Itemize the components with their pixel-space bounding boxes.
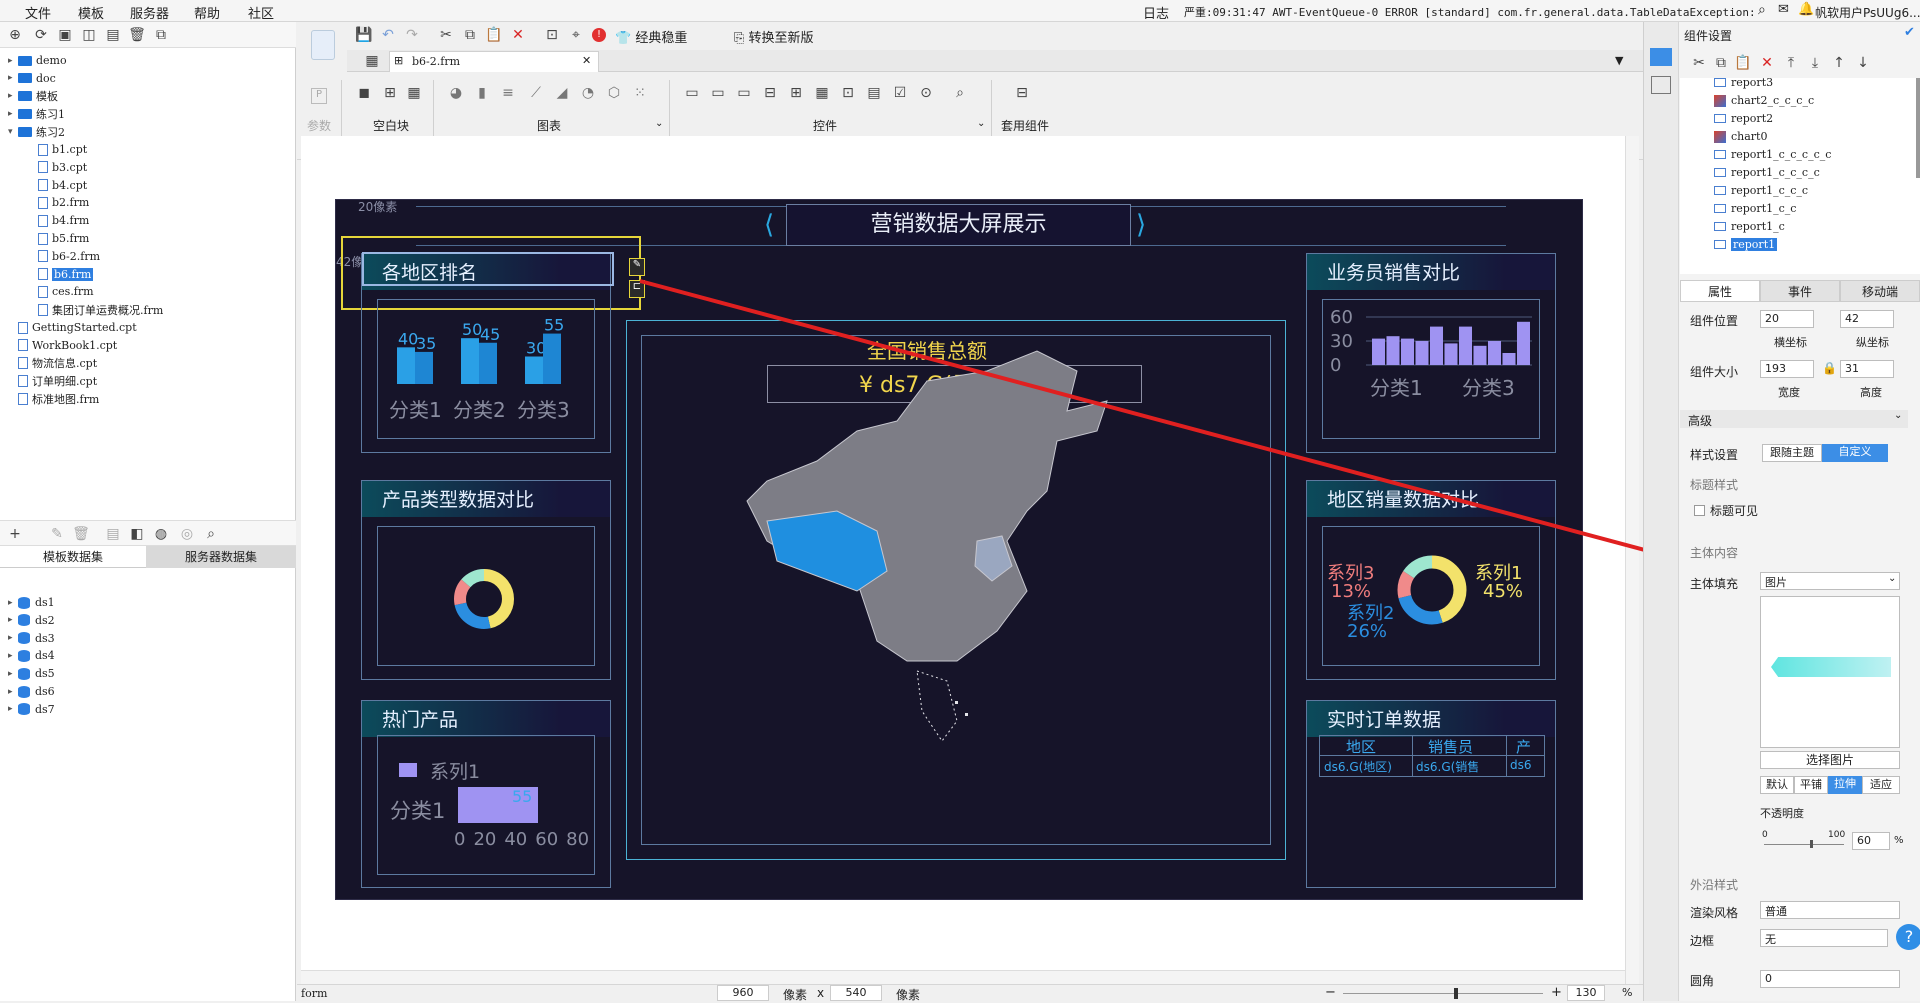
choose-image-button[interactable]: 选择图片 bbox=[1760, 751, 1900, 769]
move-top-icon[interactable]: ⤒ bbox=[1782, 54, 1800, 72]
chart-icon bbox=[1714, 94, 1726, 107]
advanced-label: 高级 bbox=[1688, 414, 1713, 428]
style-label: 样式设置 bbox=[1690, 448, 1739, 462]
fill-mode-fit[interactable]: 适应 bbox=[1862, 776, 1900, 794]
report-icon bbox=[1714, 204, 1726, 213]
body-fill-select[interactable]: 图片 bbox=[1760, 572, 1900, 590]
tab-events[interactable]: 事件 bbox=[1760, 280, 1840, 302]
copy-icon[interactable]: ⧉ bbox=[1712, 54, 1730, 72]
title-style-group: 标题样式 bbox=[1690, 478, 1739, 492]
paste-icon[interactable]: 📋 bbox=[1734, 54, 1752, 72]
y-input[interactable]: 42 bbox=[1840, 310, 1894, 328]
report-icon bbox=[1714, 78, 1726, 87]
x-input[interactable]: 20 bbox=[1760, 310, 1814, 328]
widget-tree-item[interactable]: chart0 bbox=[1714, 128, 1767, 145]
widget-tree-label: report1_c_c_c_c bbox=[1731, 166, 1820, 179]
widget-tree-item[interactable]: report1_c_c_c_c_c bbox=[1714, 146, 1831, 163]
widget-tree-item[interactable]: report3 bbox=[1714, 74, 1773, 91]
style-follow-theme[interactable]: 跟随主题 bbox=[1762, 444, 1822, 462]
border-style-group: 外沿样式 bbox=[1690, 878, 1739, 892]
report-icon bbox=[1714, 186, 1726, 195]
size-label: 组件大小 bbox=[1690, 365, 1739, 379]
widget-tree-item[interactable]: report1_c bbox=[1714, 218, 1785, 235]
height-input[interactable]: 31 bbox=[1840, 360, 1894, 378]
position-label: 组件位置 bbox=[1690, 314, 1739, 328]
render-style-label: 渲染风格 bbox=[1690, 906, 1739, 920]
opacity-unit: % bbox=[1894, 835, 1904, 846]
widget-tree-label: chart0 bbox=[1731, 130, 1768, 143]
widget-list-icon[interactable] bbox=[1651, 76, 1671, 94]
widget-tree-label: report2 bbox=[1731, 112, 1774, 125]
widget-tree-label: report1_c_c_c_c_c bbox=[1731, 148, 1832, 161]
report-icon bbox=[1714, 240, 1726, 249]
annotation-overlay bbox=[639, 279, 1885, 839]
widget-settings-icon[interactable] bbox=[1650, 48, 1672, 66]
width-label: 宽度 bbox=[1778, 386, 1800, 399]
check-icon[interactable]: ✔ bbox=[1904, 25, 1915, 40]
preview-image bbox=[1771, 657, 1891, 677]
report-icon bbox=[1714, 222, 1726, 231]
border-label: 边框 bbox=[1690, 934, 1715, 948]
move-down-icon[interactable]: ⤓ bbox=[1806, 54, 1824, 72]
widget-tree-item[interactable]: report1_c_c_c bbox=[1714, 182, 1808, 199]
widget-tree-label: report3 bbox=[1731, 76, 1774, 89]
widget-tree-label: report1_c bbox=[1731, 220, 1785, 233]
image-preview[interactable] bbox=[1760, 596, 1900, 748]
body-content-group: 主体内容 bbox=[1690, 546, 1739, 560]
widget-tree-item[interactable]: report1_c_c_c_c bbox=[1714, 164, 1820, 181]
widget-tree-item[interactable]: report1_c_c bbox=[1714, 200, 1796, 217]
right-pane: 组件设置 ✔ ✂ ⧉ 📋 ✕ ⤒ ⤓ ↑ ↓ report3 chart2_c_c… bbox=[1643, 22, 1920, 1001]
body-fill-label: 主体填充 bbox=[1690, 577, 1739, 591]
move-bottom-icon[interactable]: ↓ bbox=[1854, 54, 1872, 72]
style-custom[interactable]: 自定义 bbox=[1822, 444, 1888, 462]
advanced-header[interactable]: 高级 ⌄ bbox=[1680, 410, 1908, 428]
cut-icon[interactable]: ✂ bbox=[1690, 54, 1708, 72]
chevron-down-icon: ⌄ bbox=[1894, 410, 1903, 421]
height-label: 高度 bbox=[1860, 386, 1882, 399]
help-icon[interactable]: ? bbox=[1896, 924, 1920, 950]
move-up-icon[interactable]: ↑ bbox=[1830, 54, 1848, 72]
widget-tree-item[interactable]: report2 bbox=[1714, 110, 1773, 127]
widget-tree-label: report1_c_c bbox=[1731, 202, 1797, 215]
fill-mode-default[interactable]: 默认 bbox=[1760, 776, 1794, 794]
widget-tree-item[interactable]: report1 bbox=[1714, 236, 1778, 253]
tab-properties[interactable]: 属性 bbox=[1680, 280, 1760, 302]
tree-scrollbar[interactable] bbox=[1916, 78, 1920, 178]
delete-icon[interactable]: ✕ bbox=[1758, 54, 1776, 72]
opacity-min: 0 bbox=[1762, 830, 1768, 840]
radius-label: 圆角 bbox=[1690, 974, 1715, 988]
side-icon-strip bbox=[1644, 22, 1679, 1001]
opacity-label: 不透明度 bbox=[1760, 807, 1804, 820]
report-icon bbox=[1714, 114, 1726, 123]
opacity-max: 100 bbox=[1828, 830, 1846, 840]
widget-tree-item[interactable]: chart2_c_c_c_c bbox=[1714, 92, 1814, 109]
opacity-slider[interactable] bbox=[1764, 844, 1844, 845]
x-label: 横坐标 bbox=[1774, 336, 1807, 349]
border-select[interactable]: 无 bbox=[1760, 929, 1888, 947]
fill-mode-stretch[interactable]: 拉伸 bbox=[1828, 776, 1862, 794]
width-input[interactable]: 193 bbox=[1760, 360, 1814, 378]
tab-mobile[interactable]: 移动端 bbox=[1840, 280, 1920, 302]
report-icon bbox=[1714, 150, 1726, 159]
widget-tree-label: chart2_c_c_c_c bbox=[1731, 94, 1815, 107]
title-visible-label: 标题可见 bbox=[1710, 504, 1759, 518]
chart-icon bbox=[1714, 130, 1726, 143]
panel-title: 组件设置 bbox=[1684, 29, 1733, 43]
report-icon bbox=[1714, 168, 1726, 177]
fill-mode-tile[interactable]: 平铺 bbox=[1794, 776, 1828, 794]
radius-input[interactable]: 0 bbox=[1760, 970, 1900, 988]
opacity-input[interactable]: 60 bbox=[1852, 832, 1890, 850]
chevron-down-icon[interactable]: ⌄ bbox=[1888, 573, 1896, 584]
lock-icon[interactable]: 🔒 bbox=[1822, 361, 1837, 375]
title-visible-checkbox[interactable] bbox=[1694, 505, 1705, 516]
opacity-slider-thumb[interactable] bbox=[1810, 840, 1813, 848]
y-label: 纵坐标 bbox=[1856, 336, 1889, 349]
widget-tree-label: report1 bbox=[1731, 238, 1778, 251]
render-style-select[interactable]: 普通 bbox=[1760, 901, 1900, 919]
widget-tree-label: report1_c_c_c bbox=[1731, 184, 1809, 197]
